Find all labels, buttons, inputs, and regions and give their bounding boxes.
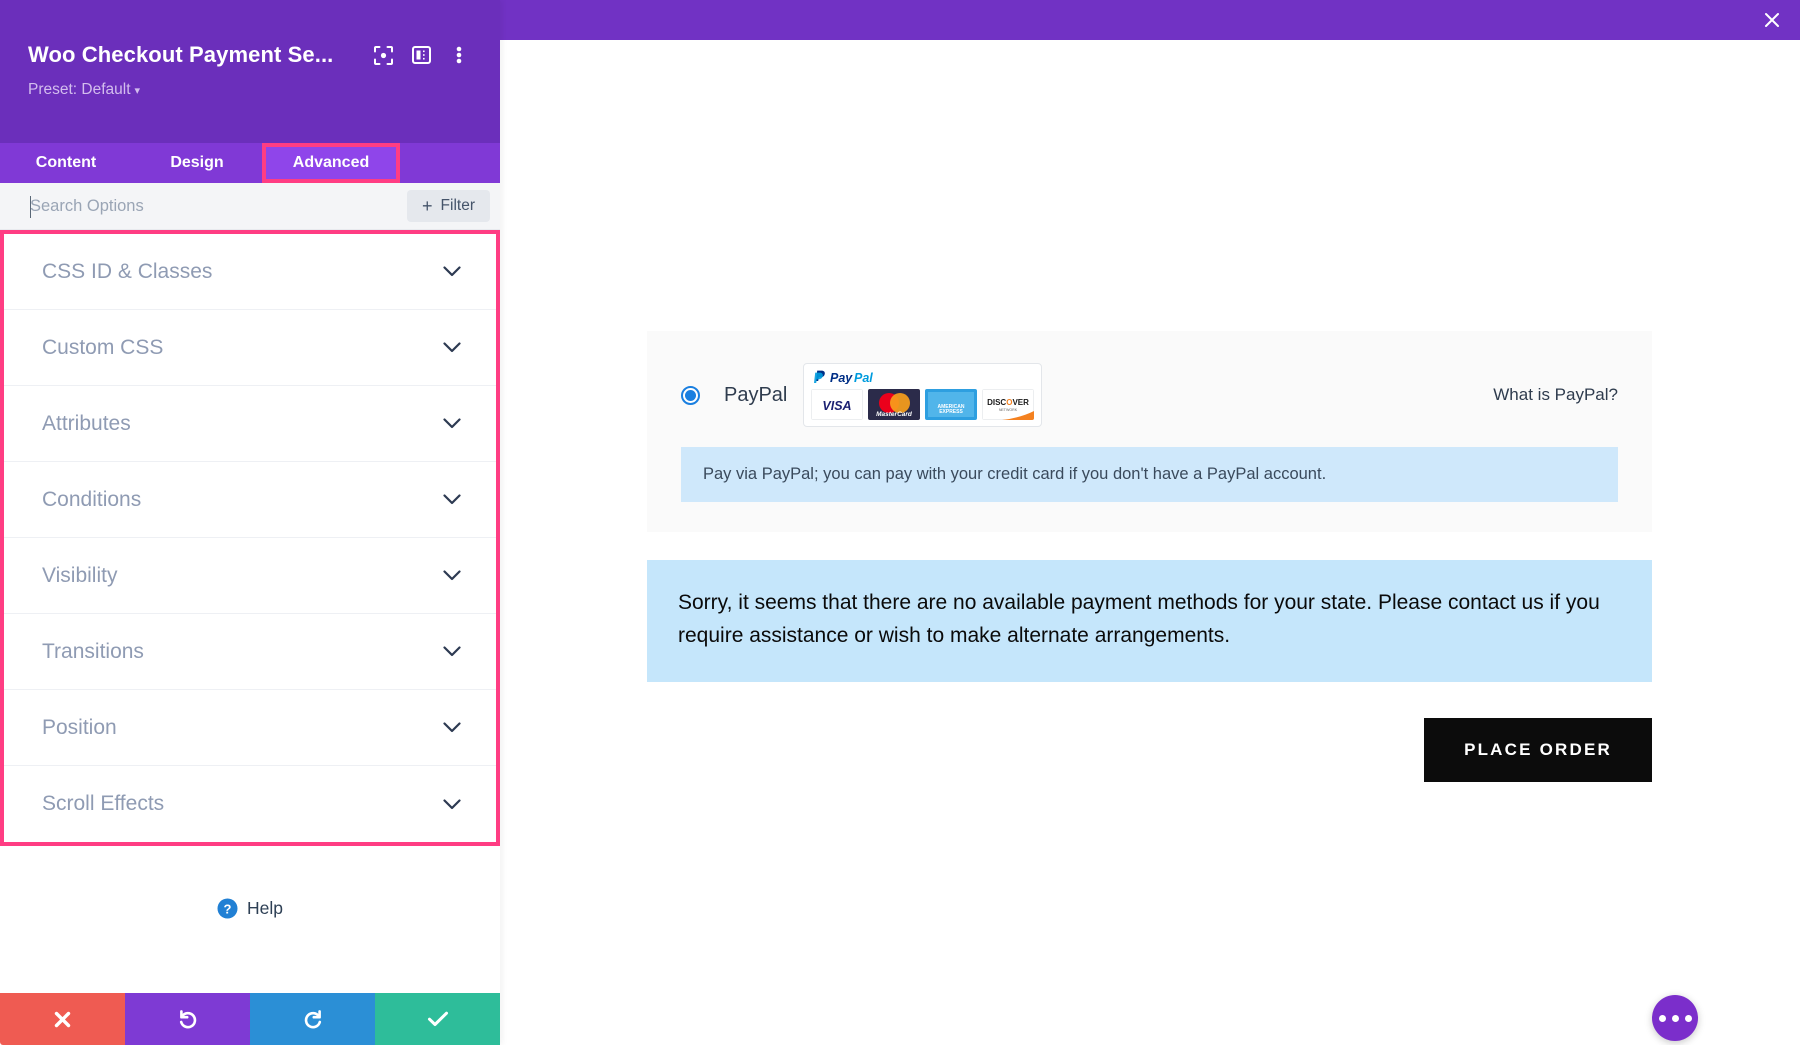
paypal-label: PayPal — [724, 383, 788, 406]
chevron-down-icon: ▾ — [134, 85, 141, 97]
paypal-text-icon: Pay Pal — [830, 371, 873, 384]
fab-dot — [1671, 1014, 1679, 1022]
option-transitions[interactable]: Transitions — [4, 614, 496, 690]
chevron-down-icon — [443, 342, 461, 353]
help-question-icon: ? — [217, 898, 238, 919]
checkout-preview: PayPal Pay Pal VISA MasterCard AMERICAN … — [500, 40, 1800, 1045]
option-css-id-classes[interactable]: CSS ID & Classes — [4, 234, 496, 310]
chevron-down-icon — [443, 570, 461, 581]
chevron-down-icon — [443, 266, 461, 277]
app-screen: PayPal Pay Pal VISA MasterCard AMERICAN … — [0, 0, 1800, 1045]
option-position[interactable]: Position — [4, 690, 496, 766]
paypal-radio[interactable] — [681, 385, 700, 405]
fab-dot — [1658, 1014, 1666, 1022]
help-label: Help — [247, 898, 283, 918]
search-bar: + Filter — [0, 183, 500, 230]
more-vertical-icon[interactable] — [442, 40, 476, 70]
layout-panel-icon[interactable] — [404, 40, 438, 70]
what-is-paypal-link[interactable]: What is PayPal? — [1493, 385, 1618, 405]
option-scroll-effects[interactable]: Scroll Effects — [4, 766, 496, 842]
option-attributes[interactable]: Attributes — [4, 386, 496, 462]
svg-text:Pal: Pal — [854, 371, 873, 384]
checkout-form: PayPal Pay Pal VISA MasterCard AMERICAN … — [647, 331, 1652, 782]
payment-methods-box: PayPal Pay Pal VISA MasterCard AMERICAN … — [647, 331, 1652, 533]
preset-selector[interactable]: Preset: Default ▾ — [0, 72, 500, 99]
undo-icon — [179, 1010, 196, 1029]
no-payment-methods-notice: Sorry, it seems that there are no availa… — [647, 560, 1652, 682]
tab-design[interactable]: Design — [132, 143, 262, 183]
close-glyph — [1765, 13, 1779, 27]
svg-text:EXPRESS: EXPRESS — [940, 409, 964, 415]
focus-glyph — [373, 45, 393, 65]
svg-text:?: ? — [224, 901, 232, 916]
amex-card-icon: AMERICAN EXPRESS — [925, 389, 978, 420]
option-visibility[interactable]: Visibility — [4, 538, 496, 614]
redo-icon — [304, 1010, 321, 1029]
svg-text:MasterCard: MasterCard — [876, 411, 913, 418]
fab-dot — [1684, 1014, 1692, 1022]
module-title: Woo Checkout Payment Se... — [28, 42, 334, 67]
panel-tabs: Content Design Advanced — [0, 143, 500, 183]
paypal-logo-icon — [814, 370, 826, 383]
option-conditions[interactable]: Conditions — [4, 462, 496, 538]
option-label: Visibility — [42, 563, 118, 587]
more-vertical-glyph — [456, 46, 462, 64]
layout-panel-glyph — [411, 46, 431, 64]
panel-footer-area: ? Help — [0, 846, 500, 993]
payment-method-paypal[interactable]: PayPal Pay Pal VISA MasterCard AMERICAN … — [681, 363, 1618, 427]
place-order-row: PLACE ORDER — [647, 717, 1652, 782]
redo-button[interactable] — [250, 993, 375, 1045]
panel-header: Woo Checkout Payment Se... Preset: Defau… — [0, 0, 500, 143]
option-label: Scroll Effects — [42, 792, 165, 815]
help-link[interactable]: ? Help — [0, 898, 500, 919]
option-label: Custom CSS — [42, 335, 164, 359]
chevron-down-icon — [443, 798, 461, 810]
check-icon — [427, 1011, 448, 1026]
chevron-down-icon — [443, 646, 461, 657]
preset-label: Preset: Default — [28, 81, 131, 98]
paypal-accepted-cards-badge: Pay Pal VISA MasterCard AMERICAN EXPRESS… — [803, 363, 1043, 427]
svg-text:Pay: Pay — [830, 371, 853, 384]
place-order-button[interactable]: PLACE ORDER — [1424, 717, 1652, 782]
settings-panel: Woo Checkout Payment Se... Preset: Defau… — [0, 0, 500, 1045]
paypal-description: Pay via PayPal; you can pay with your cr… — [681, 447, 1618, 503]
focus-icon[interactable] — [366, 40, 400, 70]
option-label: Conditions — [42, 487, 142, 511]
visa-card-icon: VISA — [811, 389, 864, 420]
search-input[interactable] — [30, 196, 408, 216]
chevron-down-icon — [443, 494, 461, 505]
panel-header-row: Woo Checkout Payment Se... — [0, 38, 500, 72]
paypal-wordmark: Pay Pal — [811, 369, 1034, 389]
option-label: Position — [42, 715, 117, 739]
mastercard-card-icon: MasterCard — [868, 389, 921, 420]
filter-button[interactable]: + Filter — [407, 190, 490, 222]
advanced-options-group: CSS ID & Classes Custom CSS Attributes C… — [0, 230, 500, 846]
undo-button[interactable] — [125, 993, 250, 1045]
card-logos: VISA MasterCard AMERICAN EXPRESS DISCOVE… — [811, 389, 1035, 420]
text-cursor — [30, 196, 31, 218]
svg-text:NETWORK: NETWORK — [999, 408, 1018, 412]
discover-card-icon: DISCOVER NETWORK — [982, 389, 1035, 420]
option-label: Attributes — [42, 411, 131, 435]
option-label: CSS ID & Classes — [42, 259, 213, 283]
tab-content[interactable]: Content — [0, 143, 132, 183]
more-options-fab[interactable] — [1652, 995, 1698, 1041]
chevron-down-icon — [443, 418, 461, 429]
plus-icon: + — [422, 196, 433, 216]
svg-text:DISCOVER: DISCOVER — [987, 398, 1029, 407]
close-icon — [54, 1011, 71, 1027]
filter-button-label: Filter — [440, 197, 475, 214]
radio-dot — [685, 389, 696, 401]
cancel-button[interactable] — [0, 993, 125, 1045]
option-custom-css[interactable]: Custom CSS — [4, 310, 496, 386]
panel-action-bar — [0, 993, 500, 1045]
chevron-down-icon — [443, 722, 461, 733]
tab-advanced[interactable]: Advanced — [262, 143, 400, 183]
close-icon[interactable] — [1744, 0, 1800, 40]
save-button[interactable] — [375, 993, 500, 1045]
tab-spacer — [400, 143, 500, 183]
svg-text:VISA: VISA — [823, 399, 852, 413]
option-label: Transitions — [42, 639, 144, 663]
